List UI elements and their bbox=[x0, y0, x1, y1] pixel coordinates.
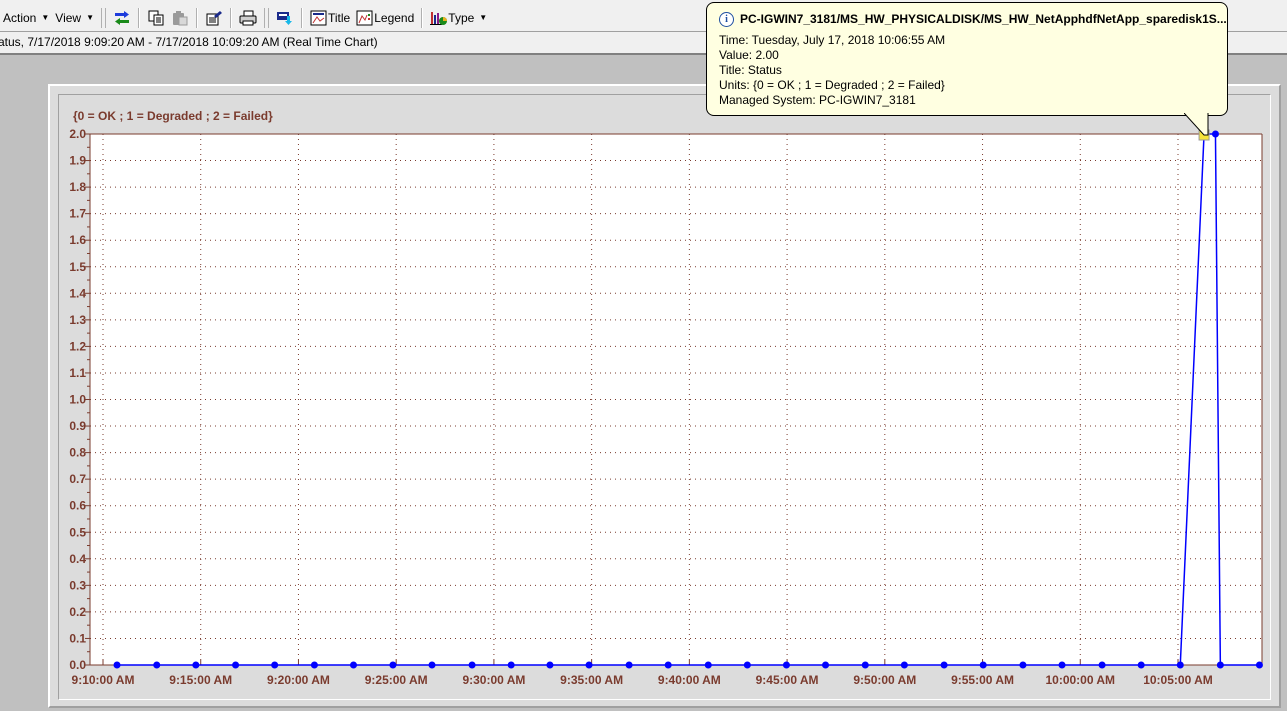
x-tick-label: 9:10:00 AM bbox=[72, 673, 135, 687]
y-tick-label: 0.1 bbox=[69, 631, 86, 645]
y-tick-label: 1.3 bbox=[69, 313, 86, 327]
data-point bbox=[861, 661, 869, 669]
data-point bbox=[113, 661, 121, 669]
x-tick-label: 9:15:00 AM bbox=[169, 673, 232, 687]
data-point bbox=[1058, 661, 1066, 669]
y-tick-label: 0.7 bbox=[69, 472, 86, 486]
x-tick-label: 9:20:00 AM bbox=[267, 673, 330, 687]
x-tick-label: 9:35:00 AM bbox=[560, 673, 623, 687]
x-tick-label: 10:05:00 AM bbox=[1143, 673, 1213, 687]
y-tick-label: 0.9 bbox=[69, 419, 86, 433]
data-point bbox=[232, 661, 240, 669]
data-point bbox=[428, 661, 436, 669]
data-point bbox=[153, 661, 161, 669]
data-point-tooltip: i PC-IGWIN7_3181/MS_HW_PHYSICALDISK/MS_H… bbox=[706, 2, 1228, 116]
y-tick-label: 1.4 bbox=[69, 286, 86, 300]
data-point bbox=[546, 661, 554, 669]
x-tick-label: 10:00:00 AM bbox=[1045, 673, 1115, 687]
y-tick-label: 2.0 bbox=[69, 127, 86, 141]
chart-units-label: {0 = OK ; 1 = Degraded ; 2 = Failed} bbox=[73, 109, 273, 123]
data-point bbox=[743, 661, 751, 669]
data-point bbox=[468, 661, 476, 669]
x-tick-label: 9:50:00 AM bbox=[853, 673, 916, 687]
y-tick-label: 0.6 bbox=[69, 499, 86, 513]
data-point bbox=[1098, 661, 1106, 669]
y-tick-label: 0.5 bbox=[69, 525, 86, 539]
tooltip-title: PC-IGWIN7_3181/MS_HW_PHYSICALDISK/MS_HW_… bbox=[740, 12, 1227, 26]
y-tick-label: 1.0 bbox=[69, 393, 86, 407]
y-tick-label: 1.9 bbox=[69, 154, 86, 168]
data-point bbox=[389, 661, 397, 669]
data-point bbox=[507, 661, 515, 669]
y-tick-label: 0.2 bbox=[69, 605, 86, 619]
y-tick-label: 0.4 bbox=[69, 552, 86, 566]
data-point bbox=[1019, 661, 1027, 669]
tooltip-title-line: Title: Status bbox=[719, 63, 782, 77]
y-tick-label: 1.1 bbox=[69, 366, 86, 380]
data-point bbox=[1176, 661, 1184, 669]
data-point bbox=[271, 661, 279, 669]
y-tick-label: 0.3 bbox=[69, 578, 86, 592]
data-point bbox=[1255, 661, 1263, 669]
data-point bbox=[350, 661, 358, 669]
data-point bbox=[625, 661, 633, 669]
info-icon: i bbox=[719, 12, 734, 27]
x-tick-label: 9:25:00 AM bbox=[365, 673, 428, 687]
y-tick-label: 0.0 bbox=[69, 658, 86, 672]
data-point bbox=[664, 661, 672, 669]
tooltip-managed-system: Managed System: PC-IGWIN7_3181 bbox=[719, 93, 916, 107]
y-tick-label: 0.8 bbox=[69, 446, 86, 460]
tooltip-details: Time: Tuesday, July 17, 2018 10:06:55 AM… bbox=[719, 33, 945, 108]
data-point bbox=[940, 661, 948, 669]
y-tick-label: 1.7 bbox=[69, 207, 86, 221]
x-tick-label: 9:30:00 AM bbox=[462, 673, 525, 687]
data-point bbox=[1137, 661, 1145, 669]
data-point bbox=[782, 661, 790, 669]
data-point bbox=[585, 661, 593, 669]
data-point bbox=[900, 661, 908, 669]
data-point bbox=[704, 661, 712, 669]
data-point bbox=[1216, 661, 1224, 669]
data-point bbox=[979, 661, 987, 669]
y-tick-label: 1.8 bbox=[69, 180, 86, 194]
tooltip-value: Value: 2.00 bbox=[719, 48, 779, 62]
tooltip-time: Time: Tuesday, July 17, 2018 10:06:55 AM bbox=[719, 33, 946, 47]
x-tick-label: 9:45:00 AM bbox=[756, 673, 819, 687]
x-tick-label: 9:55:00 AM bbox=[951, 673, 1014, 687]
tooltip-units: Units: {0 = OK ; 1 = Degraded ; 2 = Fail… bbox=[719, 78, 945, 92]
tooltip-pointer bbox=[1184, 113, 1209, 136]
data-point bbox=[192, 661, 200, 669]
data-point bbox=[310, 661, 318, 669]
x-tick-label: 9:40:00 AM bbox=[658, 673, 721, 687]
y-tick-label: 1.5 bbox=[69, 260, 86, 274]
data-point bbox=[822, 661, 830, 669]
y-tick-label: 1.6 bbox=[69, 233, 86, 247]
y-tick-label: 1.2 bbox=[69, 339, 86, 353]
